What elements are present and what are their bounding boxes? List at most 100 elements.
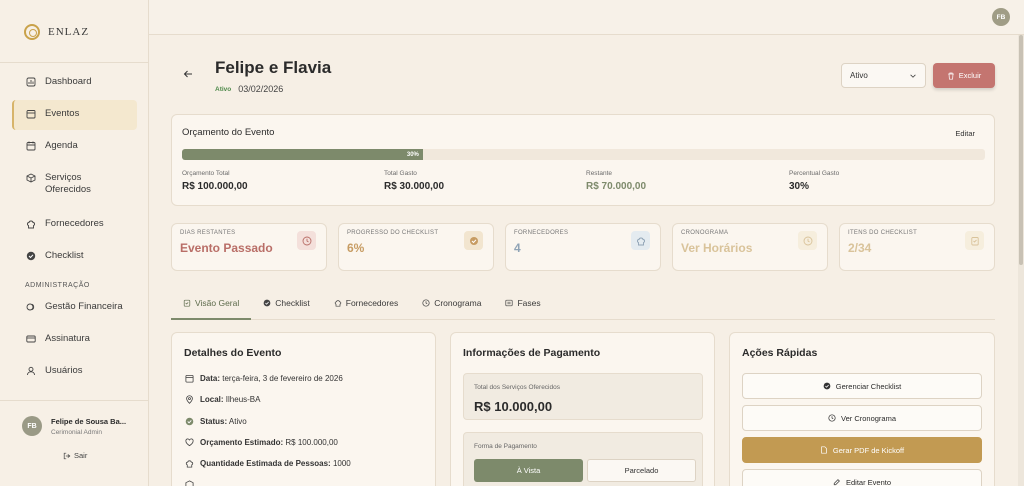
chevron-down-icon (910, 74, 916, 78)
status-select[interactable]: Ativo (841, 63, 926, 88)
detail-value: Ilheus-BA (225, 395, 261, 404)
view-schedule-button[interactable]: Ver Cronograma (742, 405, 982, 431)
box-icon (26, 173, 36, 183)
chef-hat-icon (185, 460, 194, 468)
detail-value: Ativo (228, 417, 247, 426)
chef-hat-icon (26, 219, 36, 229)
budget-stat-remaining: Restante R$ 70.000,00 (586, 170, 646, 192)
stat-label: Restante (586, 170, 613, 177)
sidebar-item-checklist[interactable]: Checklist (12, 242, 137, 272)
tab-label: Checklist (275, 298, 310, 308)
button-label: Gerenciar Checklist (835, 381, 902, 391)
detail-key: Status: (200, 417, 228, 426)
manage-checklist-button[interactable]: Gerenciar Checklist (742, 373, 982, 399)
detail-row-local: Local: Ilheus-BA (185, 395, 260, 404)
edit-event-button[interactable]: Editar Evento (742, 469, 982, 486)
clock-icon (828, 414, 836, 422)
delete-label: Excluir (958, 71, 982, 80)
sidebar-item-label: Usuários (45, 365, 83, 376)
logout-button[interactable]: Sair (63, 451, 87, 460)
tab-bar: Visão Geral Checklist Fornecedores Crono… (171, 292, 995, 320)
stat-label: Total Gasto (384, 170, 417, 177)
stat-value: Ver Horários (681, 241, 753, 255)
sidebar-item-gestao-financeira[interactable]: Gestão Financeira (12, 293, 137, 323)
detail-row-more (185, 480, 194, 486)
detail-row-data: Data: terça-feira, 3 de fevereiro de 202… (185, 374, 343, 383)
scrollbar[interactable] (1018, 35, 1024, 486)
event-date: 03/02/2026 (238, 84, 284, 94)
button-label: Gerar PDF de Kickoff (832, 445, 905, 455)
sidebar-item-servicos[interactable]: Serviços Oferecidos (12, 164, 137, 208)
sidebar-item-assinatura[interactable]: Assinatura (12, 325, 137, 355)
detail-key: Quantidade Estimada de Pessoas: (200, 459, 331, 468)
detail-value: terça-feira, 3 de fevereiro de 2026 (222, 374, 343, 383)
generate-kickoff-pdf-button[interactable]: Gerar PDF de Kickoff (742, 437, 982, 463)
budget-stat-percent: Percentual Gasto 30% (789, 170, 839, 192)
tab-label: Fornecedores (345, 298, 399, 308)
user-icon (26, 366, 36, 376)
divider (0, 400, 149, 401)
sidebar-item-fornecedores[interactable]: Fornecedores (12, 210, 137, 240)
stat-value: 6% (347, 241, 365, 255)
detail-key: Local: (200, 395, 224, 404)
check-circle-icon (185, 417, 194, 426)
delete-button[interactable]: Excluir (933, 63, 995, 88)
sidebar-item-usuarios[interactable]: Usuários (12, 357, 137, 387)
edit-budget-button[interactable]: Editar (955, 129, 975, 138)
tab-checklist[interactable]: Checklist (251, 292, 321, 320)
clock-icon (297, 231, 316, 250)
box-icon (185, 480, 194, 486)
trash-icon (947, 72, 954, 80)
quick-actions-card: Ações Rápidas Gerenciar Checklist Ver Cr… (729, 332, 995, 486)
event-subtitle: Ativo 03/02/2026 (215, 84, 283, 94)
stat-label: Percentual Gasto (789, 170, 840, 177)
user-role: Cerimonial Admin (51, 428, 102, 436)
stat-value: Evento Passado (180, 241, 273, 255)
budget-stat-spent: Total Gasto R$ 30.000,00 (384, 170, 444, 192)
detail-row-pessoas: Quantidade Estimada de Pessoas: 1000 (185, 459, 351, 468)
stat-card-dias-restantes: DIAS RESTANTES Evento Passado (171, 223, 327, 271)
clipboard-icon (183, 299, 191, 307)
payment-installments-button[interactable]: Parcelado (587, 459, 696, 482)
detail-key: Data: (200, 374, 221, 383)
payment-cash-button[interactable]: À Vista (474, 459, 583, 482)
check-circle-icon (823, 382, 831, 390)
stat-label: CRONOGRAMA (681, 230, 729, 236)
calendar-icon (26, 141, 36, 151)
status-select-value: Ativo (850, 71, 868, 80)
tab-visao-geral[interactable]: Visão Geral (171, 292, 252, 320)
user-name: Felipe de Sousa Ba... (51, 416, 127, 426)
card-title: Informações de Pagamento (463, 347, 601, 359)
sidebar-item-label: Fornecedores (45, 218, 104, 229)
stat-card-cronograma[interactable]: CRONOGRAMA Ver Horários (672, 223, 828, 271)
budget-progress-label: 30% (406, 151, 419, 158)
stat-label: Orçamento Total (182, 170, 230, 177)
stat-label: PROGRESSO DO CHECKLIST (347, 230, 439, 236)
sidebar-item-dashboard[interactable]: Dashboard (12, 68, 137, 98)
user-profile[interactable]: FB Felipe de Sousa Ba... Cerimonial Admi… (22, 416, 126, 436)
calendar-icon (185, 374, 194, 383)
sidebar-item-label: Dashboard (45, 76, 92, 87)
list-icon (505, 299, 514, 307)
stat-card-progresso-checklist: PROGRESSO DO CHECKLIST 6% (338, 223, 494, 271)
stat-label: ITENS DO CHECKLIST (848, 230, 918, 236)
budget-progress-bar: 30% (182, 149, 985, 160)
tab-fases[interactable]: Fases (493, 292, 552, 320)
topbar: FB (149, 0, 1024, 35)
tab-fornecedores[interactable]: Fornecedores (322, 292, 410, 320)
avatar: FB (22, 416, 42, 436)
event-details-card: Detalhes do Evento Data: terça-feira, 3 … (171, 332, 436, 486)
credit-card-icon (26, 334, 36, 344)
sidebar-item-agenda[interactable]: Agenda (12, 132, 137, 162)
check-circle-icon (464, 231, 483, 250)
tab-label: Fases (517, 298, 541, 308)
tab-cronograma[interactable]: Cronograma (410, 292, 493, 320)
button-label: Editar Evento (845, 477, 892, 486)
sidebar-item-eventos[interactable]: Eventos (12, 100, 137, 130)
scrollbar-thumb[interactable] (1019, 35, 1023, 265)
back-button[interactable] (180, 66, 196, 82)
button-label: Ver Cronograma (840, 413, 897, 423)
brand[interactable]: ENLAZ (24, 24, 89, 40)
avatar[interactable]: FB (992, 8, 1010, 26)
budget-progress-fill: 30% (182, 149, 423, 160)
